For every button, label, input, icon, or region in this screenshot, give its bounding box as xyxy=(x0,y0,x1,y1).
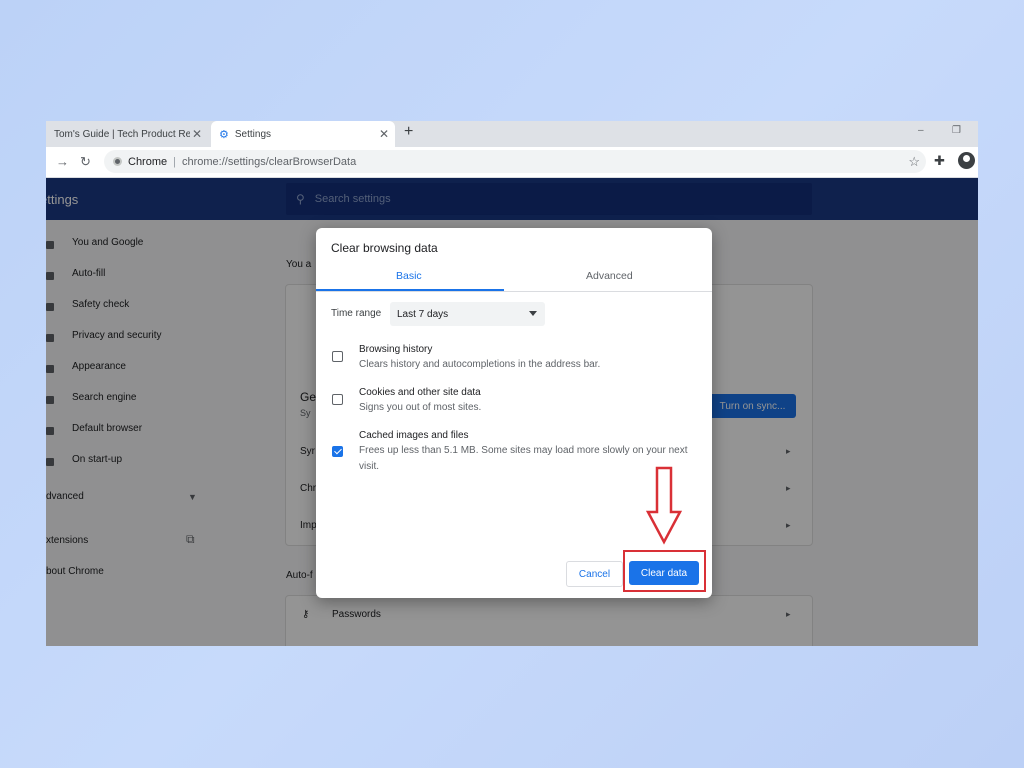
minimize-icon[interactable]: – xyxy=(918,125,924,136)
tab-settings[interactable]: ⚙ Settings ✕ xyxy=(211,121,395,147)
cached-images-checkbox[interactable] xyxy=(332,446,343,457)
tab-strip: Tom's Guide | Tech Product Revie ✕ ⚙ Set… xyxy=(46,121,978,147)
extensions-icon[interactable]: ✚ xyxy=(934,153,945,169)
chrome-icon xyxy=(113,157,122,166)
tab-title: Tom's Guide | Tech Product Revie xyxy=(54,128,190,140)
highlight-box xyxy=(623,550,706,592)
tab-toms-guide[interactable]: Tom's Guide | Tech Product Revie ✕ xyxy=(46,121,208,147)
option-title: Browsing history xyxy=(359,344,433,355)
site-label: Chrome xyxy=(128,155,168,168)
restore-icon[interactable]: ❐ xyxy=(952,125,961,136)
down-arrow-annotation xyxy=(645,466,683,545)
browsing-history-checkbox[interactable] xyxy=(332,351,343,362)
divider xyxy=(316,291,712,292)
star-icon[interactable]: ☆ xyxy=(908,154,920,170)
cancel-button[interactable]: Cancel xyxy=(566,561,623,587)
avatar[interactable] xyxy=(958,152,975,169)
time-range-value: Last 7 days xyxy=(397,308,449,320)
close-tab-icon[interactable]: ✕ xyxy=(190,127,204,141)
dropdown-arrow-icon xyxy=(529,311,537,316)
address-bar[interactable]: Chrome | chrome://settings/clearBrowserD… xyxy=(104,150,926,173)
url-text: chrome://settings/clearBrowserData xyxy=(181,155,357,168)
tab-advanced[interactable]: Advanced xyxy=(586,270,633,282)
time-range-label: Time range xyxy=(331,308,382,319)
tab-basic[interactable]: Basic xyxy=(396,270,422,282)
option-description: Clears history and autocompletions in th… xyxy=(359,359,601,370)
dialog-title: Clear browsing data xyxy=(331,241,438,255)
toolbar: → ↻ Chrome | chrome://settings/clearBrow… xyxy=(46,147,978,178)
gear-icon: ⚙ xyxy=(219,128,229,141)
new-tab-button[interactable]: + xyxy=(404,123,413,141)
cookies-checkbox[interactable] xyxy=(332,394,343,405)
option-title: Cached images and files xyxy=(359,430,469,441)
close-tab-icon[interactable]: ✕ xyxy=(377,127,391,141)
option-description: Signs you out of most sites. xyxy=(359,402,482,413)
reload-icon[interactable]: ↻ xyxy=(80,154,91,170)
time-range-select[interactable]: Last 7 days xyxy=(390,302,545,326)
clear-browsing-data-dialog: Clear browsing data Basic Advanced Time … xyxy=(316,228,712,598)
option-title: Cookies and other site data xyxy=(359,387,481,398)
tab-title: Settings xyxy=(234,128,272,140)
separator: | xyxy=(173,155,176,168)
forward-icon[interactable]: → xyxy=(56,154,69,169)
